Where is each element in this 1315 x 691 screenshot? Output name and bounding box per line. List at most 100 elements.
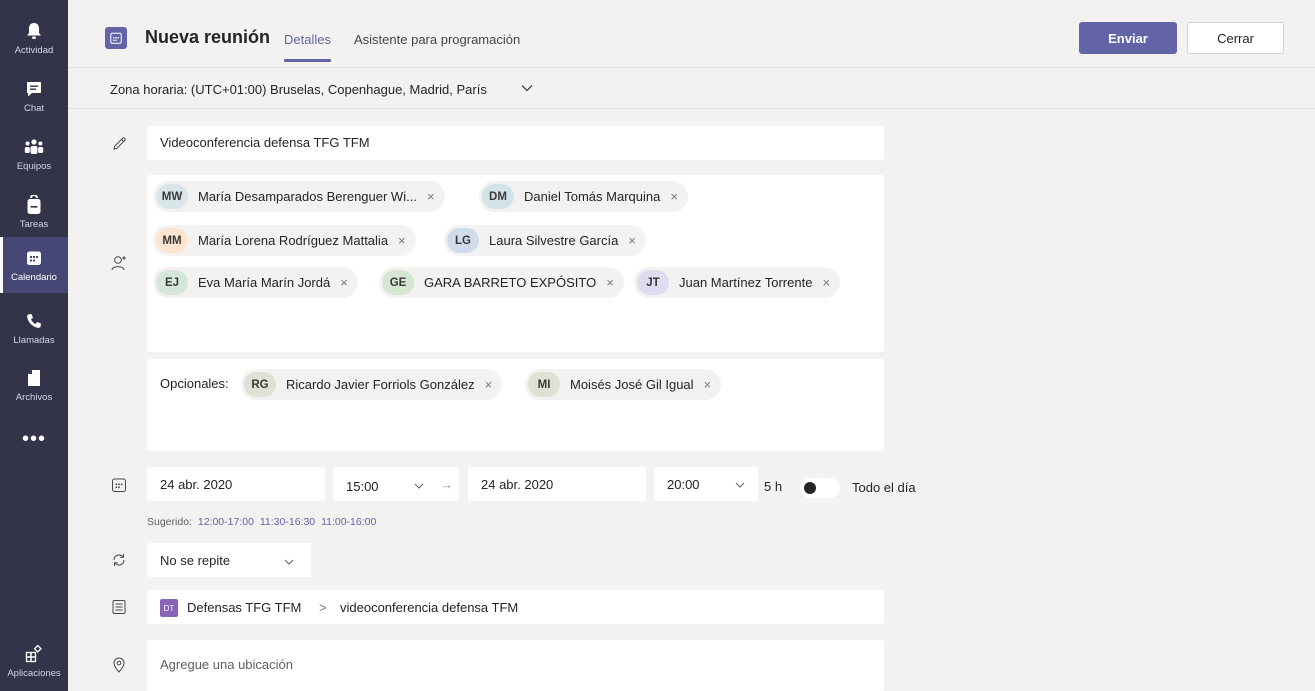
attendee-chip[interactable]: MW María Desamparados Berenguer Wi... × [153,181,445,212]
rail-item-files[interactable]: Archivos [0,357,68,413]
rail-item-label: Tareas [19,219,49,230]
attendee-chip[interactable]: GE GARA BARRETO EXPÓSITO × [379,267,624,298]
repeat-value: No se repite [160,553,231,568]
remove-attendee-button[interactable]: × [340,275,348,290]
bell-icon [23,20,45,42]
avatar: RG [244,372,276,397]
suggested-slot[interactable]: 11:00-16:00 [321,516,376,528]
title-value: Videoconferencia defensa TFG TFM [160,135,370,150]
channel-team: Defensas TFG TFM [187,600,302,615]
optional-attendee-chip[interactable]: MI Moisés José Gil Igual × [525,369,722,400]
files-icon [23,367,45,389]
avatar: LG [447,228,479,253]
teams-icon [23,136,45,158]
remove-attendee-button[interactable]: × [704,377,712,392]
attendee-name: Laura Silvestre García [489,233,619,248]
end-date-picker[interactable]: 24 abr. 2020 [468,467,646,501]
start-date-picker[interactable]: 24 abr. 2020 [147,467,325,501]
attendee-chip[interactable]: MM María Lorena Rodríguez Mattalia × [153,225,416,256]
calendar-badge-icon [105,27,127,49]
rail-item-label: Llamadas [13,335,55,346]
attendee-name: María Lorena Rodríguez Mattalia [198,233,389,248]
more-apps-button[interactable]: ••• [0,424,68,454]
repeat-dropdown[interactable]: No se repite [147,543,311,577]
attendee-name: Juan Martínez Torrente [679,275,813,290]
rail-item-activity[interactable]: Actividad [0,10,68,66]
send-button[interactable]: Enviar [1079,22,1177,54]
channel-name: videoconferencia defensa TFM [340,600,519,615]
location-input[interactable]: Agregue una ubicación [147,640,884,691]
rail-item-apps[interactable]: Aplicaciones [0,633,68,689]
remove-attendee-button[interactable]: × [427,189,435,204]
close-button[interactable]: Cerrar [1187,22,1284,54]
attendee-name: María Desamparados Berenguer Wi... [198,189,417,204]
avatar: GE [382,270,414,295]
meeting-header: Nueva reunión Detalles Asistente para pr… [68,0,1315,68]
rail-item-label: Equipos [16,161,52,172]
remove-attendee-button[interactable]: × [822,275,830,290]
suggested-slot[interactable]: 11:30-16:30 [260,516,315,528]
rail-item-chat[interactable]: Chat [0,68,68,124]
attendee-name: GARA BARRETO EXPÓSITO [424,275,597,290]
duration-label: 5 h [764,479,783,494]
tasks-icon [23,194,45,216]
remove-attendee-button[interactable]: × [398,233,406,248]
page-title: Nueva reunión [145,27,271,47]
arrow-right-icon: → [440,477,453,492]
rail-item-label: Actividad [14,45,54,56]
attendee-name: Eva María Marín Jordá [198,275,331,290]
chevron-down-icon [734,478,746,496]
attendee-chip[interactable]: JT Juan Martínez Torrente × [634,267,841,298]
avatar: MW [156,184,188,209]
attendee-name: Ricardo Javier Forriols González [286,377,475,392]
attendees-picker[interactable]: MW María Desamparados Berenguer Wi... × … [147,175,884,352]
start-time-dropdown[interactable]: 15:00 → [333,467,459,501]
remove-attendee-button[interactable]: × [606,275,614,290]
chevron-down-icon[interactable] [520,81,534,100]
end-time-value: 20:00 [667,477,700,492]
suggested-times: Sugerido: 12:00-17:00 11:30-16:30 11:00-… [147,516,376,528]
location-pin-icon [110,656,128,674]
start-date-value: 24 abr. 2020 [160,477,233,492]
location-placeholder: Agregue una ubicación [160,657,293,672]
avatar: DM [482,184,514,209]
add-people-icon [110,254,128,272]
rail-item-teams[interactable]: Equipos [0,126,68,182]
optional-attendee-chip[interactable]: RG Ricardo Javier Forriols González × [241,369,503,400]
chevron-down-icon [283,555,295,573]
attendee-chip[interactable]: EJ Eva María Marín Jordá × [153,267,358,298]
apps-icon [23,643,45,665]
phone-icon [23,310,45,332]
remove-attendee-button[interactable]: × [670,189,678,204]
calendar-icon [23,247,45,269]
attendee-name: Moisés José Gil Igual [570,377,694,392]
rail-item-calls[interactable]: Llamadas [0,300,68,356]
tab-scheduling-assistant[interactable]: Asistente para programación [354,32,520,47]
app-rail: Actividad Chat Equipos Tareas Calendario… [0,0,68,691]
timezone-selector[interactable]: Zona horaria: (UTC+01:00) Bruselas, Cope… [110,82,487,97]
start-time-value: 15:00 [346,479,379,494]
rail-item-calendar[interactable]: Calendario [0,237,68,293]
tab-details[interactable]: Detalles [284,32,331,62]
suggested-slot[interactable]: 12:00-17:00 [198,516,254,528]
channel-icon [110,598,128,616]
attendee-name: Daniel Tomás Marquina [524,189,661,204]
channel-picker[interactable]: DT Defensas TFG TFM > videoconferencia d… [147,590,884,624]
rail-item-tasks[interactable]: Tareas [0,184,68,240]
rail-item-label: Calendario [11,272,57,283]
attendee-chip[interactable]: DM Daniel Tomás Marquina × [479,181,688,212]
chevron-down-icon [413,479,425,497]
calendar-icon [110,476,128,494]
remove-attendee-button[interactable]: × [628,233,636,248]
all-day-label: Todo el día [852,480,916,495]
avatar: MM [156,228,188,253]
attendee-chip[interactable]: LG Laura Silvestre García × [444,225,646,256]
end-date-value: 24 abr. 2020 [481,477,554,492]
timezone-bar: Zona horaria: (UTC+01:00) Bruselas, Cope… [68,69,1315,109]
end-time-dropdown[interactable]: 20:00 [654,467,758,501]
remove-attendee-button[interactable]: × [485,377,493,392]
chevron-right-icon: > [319,600,327,615]
optional-attendees-picker[interactable]: Opcionales: RG Ricardo Javier Forriols G… [147,359,884,451]
title-input[interactable]: Videoconferencia defensa TFG TFM [147,126,884,160]
all-day-toggle[interactable] [800,478,840,498]
